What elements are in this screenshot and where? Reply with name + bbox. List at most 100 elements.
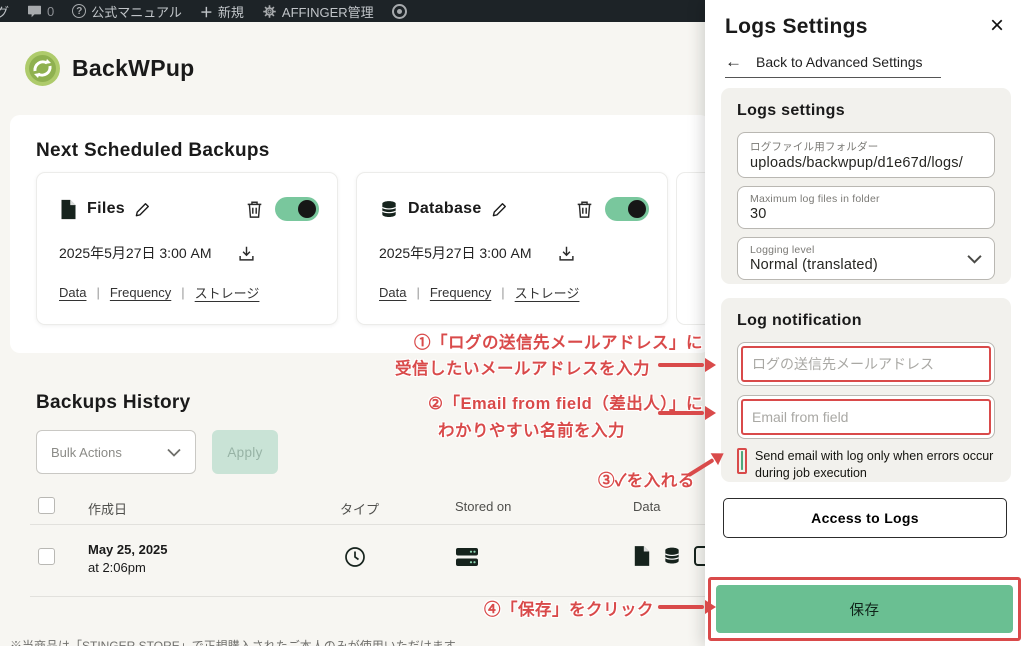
card-title: Database [408, 200, 482, 218]
max-log-files-label: Maximum log files in folder [750, 193, 982, 205]
link-separator: | [501, 285, 504, 300]
max-log-files-value: 30 [750, 206, 982, 222]
chevron-down-icon [167, 448, 181, 457]
logging-level-value: Normal (translated) [750, 257, 982, 273]
toggle-knob [298, 200, 316, 218]
row-created-date: May 25, 2025 at 2:06pm [88, 542, 168, 575]
logs-settings-group: Logs settings ログファイル用フォルダー uploads/backw… [721, 88, 1011, 284]
annotation-1-line2: 受信したいメールアドレスを入力 [345, 355, 650, 379]
edit-pencil-icon[interactable] [134, 201, 151, 218]
new-label: 新規 [218, 2, 244, 21]
annotation-box-email-from [741, 399, 991, 435]
errors-only-checkbox-label: Send email with log only when errors occ… [755, 448, 995, 482]
log-notification-group: Log notification Send email with log onl… [721, 298, 1011, 482]
affinger-label: AFFINGER管理 [282, 2, 374, 21]
link-separator: | [416, 285, 419, 300]
enable-toggle[interactable] [605, 197, 649, 221]
file-icon [59, 199, 78, 220]
logging-level-label: Logging level [750, 244, 982, 256]
delete-trash-icon[interactable] [576, 200, 593, 219]
annotation-3: ③✓を入れる [598, 467, 695, 491]
backwpup-adminbar-menu[interactable] [392, 4, 407, 19]
annotation-box-email-to [741, 346, 991, 382]
annotation-2-line1: ②「Email from field（差出人）」に [345, 390, 703, 414]
help-icon: ? [72, 4, 86, 18]
database-data-icon [662, 545, 682, 567]
log-folder-value: uploads/backwpup/d1e67d/logs/ [750, 155, 982, 171]
email-from-input[interactable] [743, 401, 989, 433]
backwpup-icon [392, 4, 407, 19]
row-checkbox[interactable] [38, 548, 55, 565]
apply-button[interactable]: Apply [212, 430, 278, 474]
annotation-4-arrow [658, 600, 714, 614]
annotation-box-save: 保存 [708, 577, 1021, 641]
annotation-1-line1: ①「ログの送信先メールアドレス」に [345, 329, 703, 353]
admin-bar-partial-item[interactable]: グ [0, 2, 9, 21]
gear-icon [262, 4, 277, 19]
access-to-logs-button[interactable]: Access to Logs [723, 498, 1007, 538]
edit-pencil-icon[interactable] [491, 201, 508, 218]
clock-type-icon [344, 546, 366, 568]
affinger-admin-menu[interactable]: AFFINGER管理 [262, 2, 374, 21]
back-arrow-icon: ← [725, 52, 742, 72]
logging-level-select[interactable]: Logging level Normal (translated) [737, 237, 995, 280]
delete-trash-icon[interactable] [246, 200, 263, 219]
save-button[interactable]: 保存 [716, 585, 1013, 633]
next-run-datetime: 2025年5月27日 3:00 AM [59, 243, 212, 263]
log-folder-label: ログファイル用フォルダー [750, 139, 982, 154]
table-divider [30, 524, 710, 525]
link-separator: | [181, 285, 184, 300]
card-link-data[interactable]: Data [59, 285, 86, 300]
column-header-created: 作成日 [88, 499, 127, 518]
backwpup-logo [24, 50, 61, 87]
download-icon[interactable] [558, 245, 575, 262]
row-date-line1: May 25, 2025 [88, 542, 168, 557]
enable-toggle[interactable] [275, 197, 319, 221]
plus-icon: ＋ [200, 2, 213, 21]
footer-note: ※当商品は「STINGER STORE」で正規購入されたご本人のみが使用いただけ… [10, 637, 456, 646]
column-header-stored-on: Stored on [455, 499, 511, 514]
back-to-advanced-settings-link[interactable]: ← Back to Advanced Settings [725, 52, 941, 78]
card-link-frequency[interactable]: Frequency [430, 285, 491, 300]
annotation-1-arrow [658, 358, 714, 372]
card-link-data[interactable]: Data [379, 285, 406, 300]
database-icon [379, 199, 399, 220]
email-to-input[interactable] [743, 348, 989, 380]
close-icon[interactable]: × [990, 14, 1004, 38]
card-link-frequency[interactable]: Frequency [110, 285, 171, 300]
chevron-down-icon [967, 254, 982, 264]
annotation-4: ④「保存」をクリック [484, 596, 654, 620]
bulk-actions-label: Bulk Actions [51, 445, 122, 460]
file-data-icon [633, 545, 651, 567]
logs-settings-group-heading: Logs settings [737, 102, 995, 120]
log-notification-heading: Log notification [737, 312, 995, 330]
annotation-2-line2: わかりやすい名前を入力 [345, 417, 625, 441]
link-separator: | [96, 285, 99, 300]
card-title: Files [87, 200, 125, 218]
email-from-field-wrap [737, 395, 995, 439]
bulk-actions-select[interactable]: Bulk Actions [36, 430, 196, 474]
log-folder-field[interactable]: ログファイル用フォルダー uploads/backwpup/d1e67d/log… [737, 132, 995, 178]
page-title: BackWPup [72, 55, 195, 82]
back-link-label: Back to Advanced Settings [756, 54, 923, 70]
annotation-box-checkbox [737, 448, 747, 474]
column-header-data: Data [633, 499, 660, 514]
new-menu[interactable]: ＋ 新規 [200, 2, 244, 21]
comments-menu[interactable]: 0 [27, 4, 54, 19]
download-icon[interactable] [238, 245, 255, 262]
official-manual-menu[interactable]: ? 公式マニュアル [72, 2, 182, 21]
server-storage-icon [455, 547, 479, 567]
max-log-files-field[interactable]: Maximum log files in folder 30 [737, 186, 995, 229]
email-to-field-wrap [737, 342, 995, 386]
errors-only-checkbox[interactable] [741, 451, 743, 470]
card-link-storage[interactable]: ストレージ [195, 283, 260, 302]
select-all-checkbox[interactable] [38, 497, 55, 514]
official-manual-label: 公式マニュアル [91, 2, 182, 21]
panel-title: Logs Settings [725, 15, 868, 39]
next-scheduled-heading: Next Scheduled Backups [36, 140, 270, 162]
card-link-storage[interactable]: ストレージ [515, 283, 580, 302]
annotation-2-arrow [658, 406, 714, 420]
backups-history-heading: Backups History [36, 392, 190, 414]
toggle-knob [628, 200, 646, 218]
row-date-line2: at 2:06pm [88, 560, 168, 575]
